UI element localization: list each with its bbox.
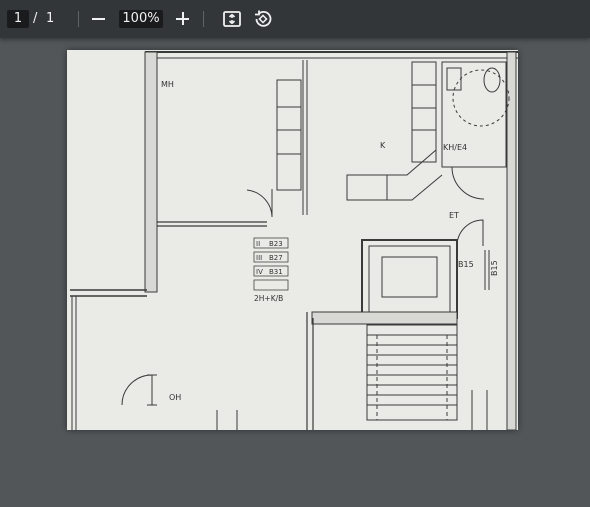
fit-to-page-icon — [223, 11, 241, 27]
room-label-mh: MH — [161, 80, 174, 89]
rotate-icon — [255, 10, 272, 27]
zoom-in-button[interactable] — [173, 9, 193, 29]
roman-numeral: III — [256, 254, 262, 262]
door-label-b15: B15 — [458, 260, 474, 269]
room-label-k: K — [380, 141, 386, 150]
room-label-oh: OH — [169, 393, 181, 402]
room-label-kh-e4: KH/E4 — [443, 143, 467, 152]
fit-to-page-button[interactable] — [222, 9, 242, 29]
page-number-input[interactable]: 1 — [7, 10, 29, 28]
apartment-code: B23 — [269, 240, 283, 248]
rotate-button[interactable] — [253, 9, 273, 29]
page-total: 1 — [46, 11, 55, 26]
pdf-toolbar: 1 / 1 100% — [0, 0, 590, 38]
toolbar-divider — [78, 11, 79, 27]
apartment-type-label: 2H+K/B — [254, 294, 283, 303]
zoom-out-button[interactable] — [89, 9, 109, 29]
page-separator: / — [33, 11, 38, 26]
apartment-code: B31 — [269, 268, 283, 276]
apartment-code: B27 — [269, 254, 283, 262]
roman-numeral: IV — [256, 268, 263, 276]
room-label-et: ET — [449, 211, 459, 220]
zoom-level-input[interactable]: 100% — [119, 10, 163, 28]
roman-numeral: II — [256, 240, 260, 248]
floor-plan-drawing: MH K KH/E4 ET OH B15 B15 II B23 III B27 … — [70, 51, 518, 430]
toolbar-divider — [203, 11, 204, 27]
door-label-b15-vertical: B15 — [490, 260, 499, 276]
pdf-page: MH K KH/E4 ET OH B15 B15 II B23 III B27 … — [67, 50, 518, 430]
